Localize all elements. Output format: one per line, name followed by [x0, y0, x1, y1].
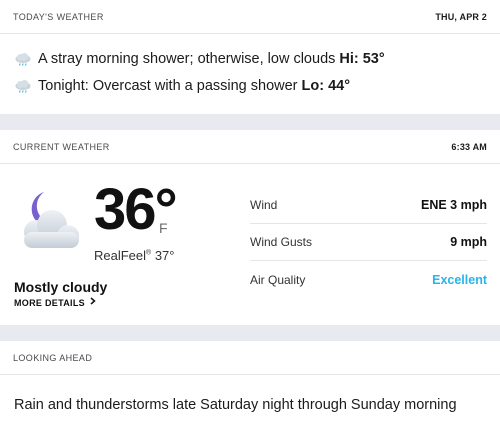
date-label: THU, APR 2	[435, 11, 487, 22]
detail-value: ENE 3 mph	[421, 198, 487, 212]
temperature-unit: F	[159, 220, 168, 236]
more-details-link[interactable]: MORE DETAILS	[14, 297, 96, 308]
realfeel-label: RealFeel	[94, 248, 147, 263]
cloud-rain-icon	[14, 52, 34, 66]
low-temperature: Lo: 44°	[301, 78, 351, 94]
weather-details: Wind ENE 3 mph Wind Gusts 9 mph Air Qual…	[250, 187, 487, 298]
todays-weather-card[interactable]: TODAY'S WEATHER THU, APR 2 A stray morni…	[0, 0, 500, 114]
detail-label: Air Quality	[250, 272, 306, 287]
detail-row-air-quality[interactable]: Air Quality Excellent	[250, 261, 487, 298]
detail-label: Wind Gusts	[250, 235, 313, 249]
detail-row-wind-gusts: Wind Gusts 9 mph	[250, 224, 487, 261]
realfeel-value: 37°	[154, 248, 175, 263]
looking-ahead-card[interactable]: LOOKING AHEAD Rain and thunderstorms lat…	[0, 341, 500, 432]
day-forecast-row: A stray morning shower; otherwise, low c…	[14, 51, 385, 67]
card-header: LOOKING AHEAD	[0, 341, 500, 375]
detail-label: Wind	[250, 198, 278, 212]
night-forecast-text: Tonight: Overcast with a passing shower	[38, 78, 298, 94]
current-weather-card[interactable]: CURRENT WEATHER 6:33 AM 36° F RealFeel® …	[0, 130, 500, 325]
cloud-rain-icon	[14, 79, 34, 93]
card-header: TODAY'S WEATHER THU, APR 2	[0, 0, 500, 34]
card-header: CURRENT WEATHER 6:33 AM	[0, 130, 500, 164]
high-temperature: Hi: 53°	[339, 51, 385, 67]
registered-mark: ®	[146, 249, 152, 257]
observation-time: 6:33 AM	[451, 141, 487, 152]
air-quality-value[interactable]: Excellent	[432, 273, 487, 287]
more-details-label: MORE DETAILS	[14, 297, 85, 308]
current-conditions: 36° F RealFeel® 37° Mostly cloudy MORE D…	[14, 178, 234, 318]
moon-cloud-icon	[14, 190, 84, 261]
detail-row-wind: Wind ENE 3 mph	[250, 187, 487, 224]
condition-phrase: Mostly cloudy	[14, 279, 108, 295]
chevron-right-icon	[90, 297, 96, 308]
day-forecast-text: A stray morning shower; otherwise, low c…	[38, 51, 336, 67]
card-title: TODAY'S WEATHER	[13, 11, 104, 22]
night-forecast-row: Tonight: Overcast with a passing shower …	[14, 78, 350, 94]
looking-ahead-text: Rain and thunderstorms late Saturday nig…	[14, 397, 457, 413]
detail-value: 9 mph	[450, 235, 487, 249]
realfeel: RealFeel® 37°	[94, 248, 175, 263]
card-title: CURRENT WEATHER	[13, 141, 110, 152]
card-title: LOOKING AHEAD	[13, 352, 93, 363]
